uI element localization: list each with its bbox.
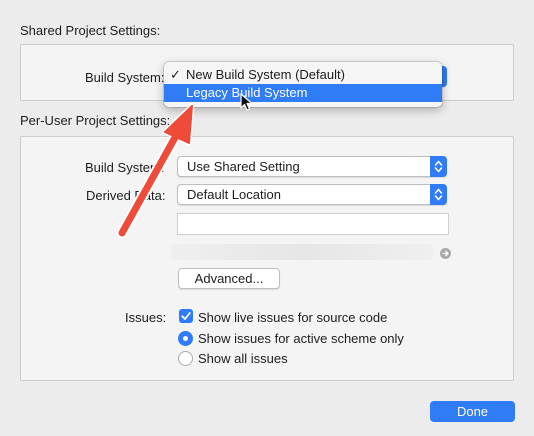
popup-stepper-icon — [430, 184, 447, 205]
live-issues-label: Show live issues for source code — [198, 310, 388, 325]
menu-item-new-build-system[interactable]: ✓ New Build System (Default) — [164, 66, 442, 84]
all-issues-radio[interactable] — [178, 351, 193, 366]
derived-data-path-bar — [171, 244, 433, 260]
derived-data-path-field[interactable] — [177, 213, 449, 235]
derived-data-popup[interactable]: Default Location — [177, 184, 447, 205]
shared-build-system-label: Build System: — [85, 70, 165, 85]
build-system-menu: ✓ New Build System (Default) Legacy Buil… — [164, 62, 442, 107]
per-user-build-system-label: Build System: — [85, 160, 165, 175]
checkmark-icon: ✓ — [170, 67, 181, 82]
per-user-build-system-value: Use Shared Setting — [187, 159, 300, 174]
reveal-in-finder-arrow-icon[interactable] — [440, 248, 451, 259]
advanced-button[interactable]: Advanced... — [178, 268, 280, 289]
menu-item-legacy-build-system[interactable]: Legacy Build System — [164, 84, 442, 102]
checkmark-icon — [181, 312, 191, 320]
active-scheme-label: Show issues for active scheme only — [198, 331, 404, 346]
popup-stepper-icon — [430, 156, 447, 177]
shared-settings-title: Shared Project Settings: — [20, 23, 161, 38]
derived-data-value: Default Location — [187, 187, 281, 202]
menu-item-label: New Build System (Default) — [186, 67, 345, 82]
per-user-build-system-popup[interactable]: Use Shared Setting — [177, 156, 447, 177]
live-issues-checkbox[interactable] — [179, 309, 193, 323]
all-issues-label: Show all issues — [198, 351, 288, 366]
done-button[interactable]: Done — [430, 401, 515, 422]
per-user-settings-title: Per-User Project Settings: — [20, 113, 171, 128]
issues-label: Issues: — [125, 310, 167, 325]
active-scheme-radio[interactable] — [178, 331, 193, 346]
per-user-settings-box: Build System: Use Shared Setting Derived… — [20, 136, 514, 381]
derived-data-label: Derived Data: — [86, 188, 166, 203]
mouse-cursor-icon — [240, 93, 253, 111]
